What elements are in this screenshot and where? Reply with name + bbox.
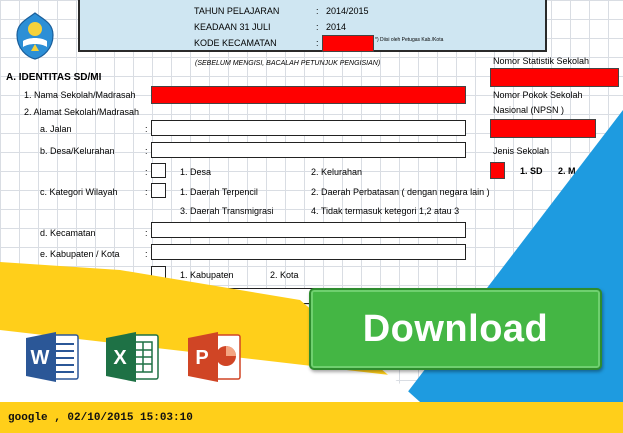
excel-icon[interactable]: X [106, 332, 160, 382]
footer-timestamp: google , 02/10/2015 15:03:10 [8, 412, 193, 424]
word-icon[interactable]: W [26, 332, 80, 382]
svg-text:W: W [31, 347, 50, 369]
screenshot-frame: TAHUN PELAJARAN : 2014/2015 KEADAAN 31 J… [0, 0, 623, 433]
svg-text:X: X [113, 347, 127, 369]
download-button-label: Download [362, 307, 549, 350]
powerpoint-icon[interactable]: P [188, 332, 242, 382]
svg-text:P: P [195, 347, 208, 369]
download-button[interactable]: Download [309, 288, 602, 370]
